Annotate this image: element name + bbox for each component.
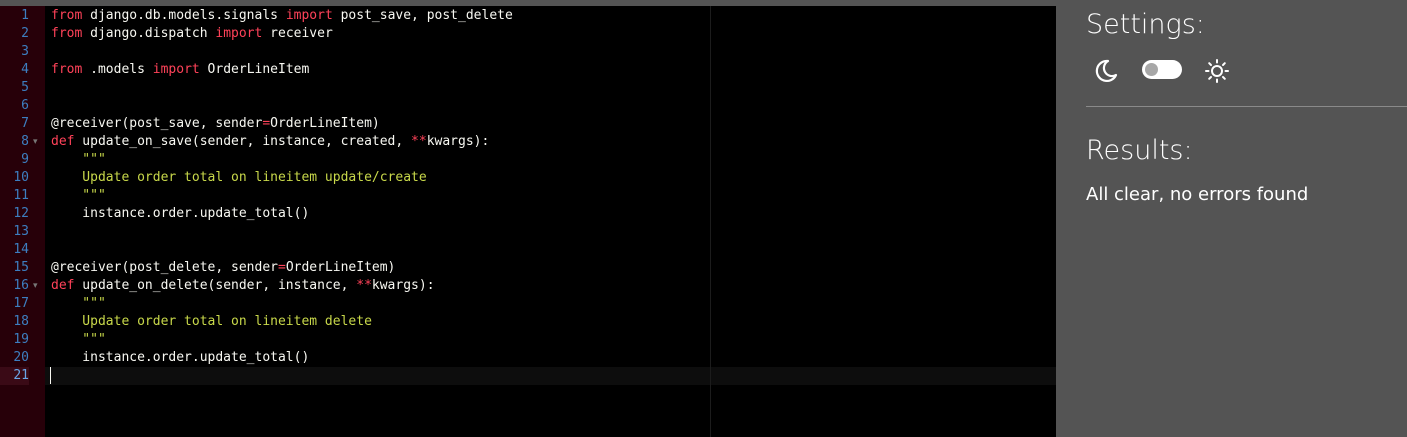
code-token: post_save, post_delete: [332, 8, 513, 23]
line-number: 3: [21, 44, 29, 59]
fold-toggle-icon[interactable]: ▾: [33, 133, 43, 151]
code-token: @receiver(post_save, sender: [51, 116, 263, 131]
code-line[interactable]: """: [51, 151, 106, 169]
moon-icon[interactable]: [1093, 58, 1119, 84]
docstring-token: """: [51, 152, 106, 167]
code-line[interactable]: Update order total on lineitem delete: [51, 313, 372, 331]
text-cursor: [50, 367, 51, 384]
docstring-token: """: [51, 332, 106, 347]
toggle-knob: [1145, 63, 1158, 76]
sun-icon[interactable]: [1204, 58, 1230, 84]
panel-divider: [1086, 106, 1407, 107]
keyword-token: from: [51, 26, 83, 41]
keyword-token: **: [356, 278, 372, 293]
code-token: kwargs):: [426, 134, 490, 149]
results-title: Results:: [1086, 135, 1193, 166]
line-number: 14: [13, 242, 29, 257]
current-line-highlight: [45, 367, 1056, 385]
line-number: 12: [13, 206, 29, 221]
code-token: OrderLineItem): [270, 116, 380, 131]
print-margin: [710, 6, 711, 437]
docstring-token: """: [51, 188, 106, 203]
line-number: 20: [13, 350, 29, 365]
code-line[interactable]: """: [51, 187, 106, 205]
code-token: instance.order.update_total(): [51, 350, 310, 365]
keyword-token: import: [215, 26, 263, 41]
code-line[interactable]: def update_on_save(sender, instance, cre…: [51, 133, 489, 151]
code-token: update_on_delete(sender, instance,: [74, 278, 357, 293]
code-line[interactable]: """: [51, 295, 106, 313]
keyword-token: =: [277, 260, 286, 275]
code-token: .models: [82, 62, 153, 77]
theme-toggle[interactable]: [1142, 60, 1182, 79]
keyword-token: **: [411, 134, 427, 149]
code-line[interactable]: @receiver(post_delete, sender=OrderLineI…: [51, 259, 395, 277]
line-number: 9: [21, 152, 29, 167]
settings-title: Settings:: [1086, 9, 1205, 40]
line-number: 15: [13, 260, 29, 275]
keyword-token: def: [51, 134, 75, 149]
line-number: 7: [21, 116, 29, 131]
code-line[interactable]: instance.order.update_total(): [51, 205, 309, 223]
code-token: kwargs):: [371, 278, 435, 293]
docstring-token: """: [51, 296, 106, 311]
code-line[interactable]: from django.dispatch import receiver: [51, 25, 333, 43]
line-number: 10: [13, 170, 29, 185]
line-number: 16: [13, 278, 29, 293]
fold-toggle-icon[interactable]: ▾: [33, 277, 43, 295]
line-number: 4: [21, 62, 29, 77]
keyword-token: =: [262, 116, 271, 131]
line-number: 19: [13, 332, 29, 347]
line-number: 5: [21, 80, 29, 95]
line-number: 2: [21, 26, 29, 41]
side-panel: Settings: Results: All clear, no errors …: [1056, 6, 1407, 437]
line-number: 6: [21, 98, 29, 113]
code-editor[interactable]: 1 2 3 4 5 6 7 8 ▾ 9 10 11 12 13 14 15 16 ▾ 17 18 19 20 21 from…: [0, 6, 1056, 437]
code-line[interactable]: Update order total on lineitem update/cr…: [51, 169, 427, 187]
code-token: django.db.models.signals: [82, 8, 286, 23]
code-token: update_on_save(sender, instance, created…: [74, 134, 412, 149]
code-token: receiver: [262, 26, 333, 41]
code-token: OrderLineItem: [199, 62, 310, 77]
docstring-token: Update order total on lineitem update/cr…: [51, 170, 427, 185]
line-number: 11: [13, 188, 29, 203]
keyword-token: from: [51, 62, 83, 77]
keyword-token: import: [152, 62, 200, 77]
keyword-token: def: [51, 278, 75, 293]
docstring-token: Update order total on lineitem delete: [51, 314, 372, 329]
line-number: 18: [13, 314, 29, 329]
code-token: @receiver(post_delete, sender: [51, 260, 278, 275]
code-token: django.dispatch: [82, 26, 216, 41]
line-number: 1: [21, 8, 29, 23]
keyword-token: from: [51, 8, 83, 23]
line-number: 13: [13, 224, 29, 239]
code-line[interactable]: """: [51, 331, 106, 349]
code-line[interactable]: from .models import OrderLineItem: [51, 61, 309, 79]
line-number: 8: [21, 134, 29, 149]
code-token: instance.order.update_total(): [51, 206, 310, 221]
results-message: All clear, no errors found: [1086, 184, 1309, 205]
code-line[interactable]: def update_on_delete(sender, instance, *…: [51, 277, 435, 295]
code-line[interactable]: @receiver(post_save, sender=OrderLineIte…: [51, 115, 380, 133]
code-line[interactable]: from django.db.models.signals import pos…: [51, 7, 513, 25]
line-number: 17: [13, 296, 29, 311]
line-number-gutter[interactable]: 1 2 3 4 5 6 7 8 ▾ 9 10 11 12 13 14 15 16 ▾ 17 18 19 20 21: [0, 6, 45, 437]
code-line[interactable]: instance.order.update_total(): [51, 349, 309, 367]
keyword-token: import: [285, 8, 333, 23]
line-number: 21: [0, 367, 29, 385]
code-token: OrderLineItem): [285, 260, 396, 275]
